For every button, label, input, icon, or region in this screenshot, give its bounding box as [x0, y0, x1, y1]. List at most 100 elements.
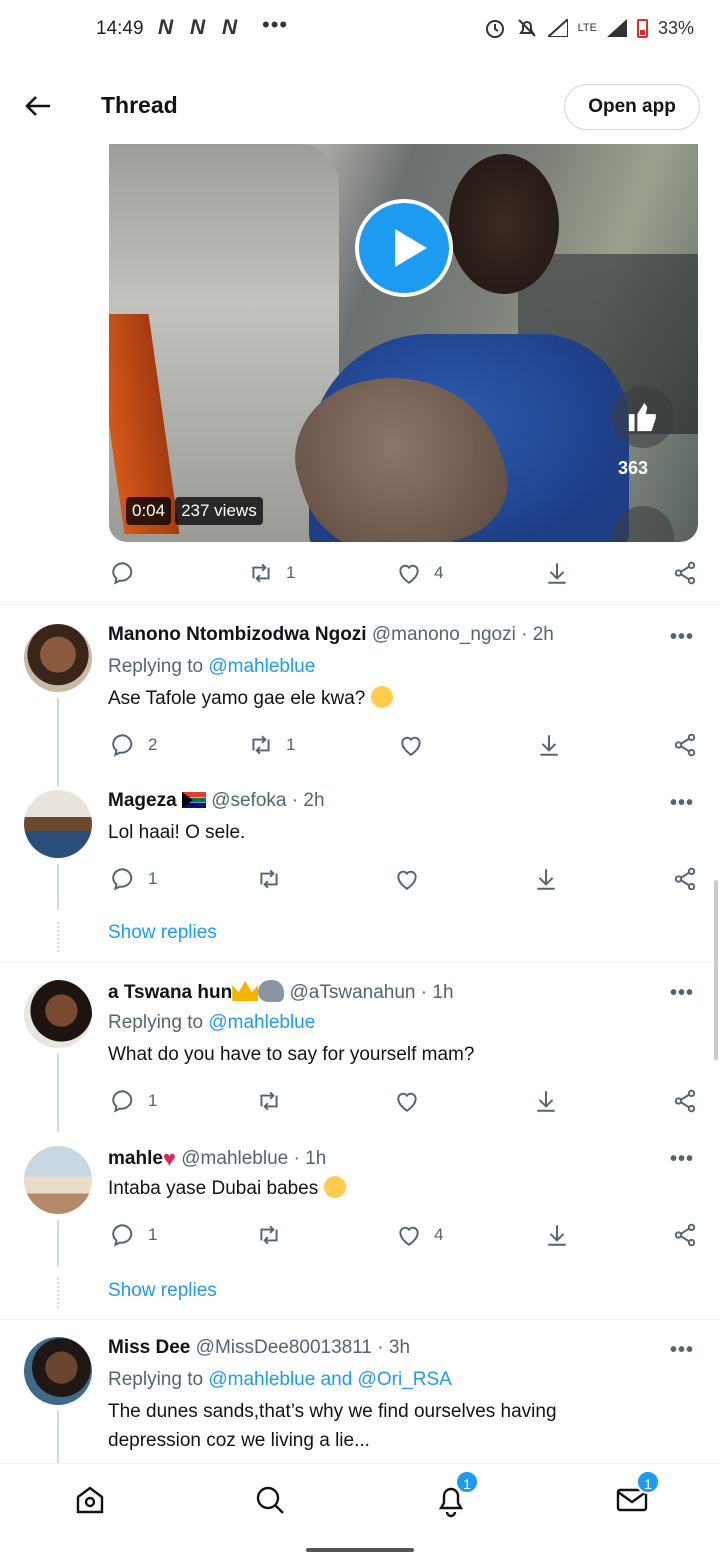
more-options-icon[interactable]: •••: [670, 1339, 694, 1362]
more-options-icon[interactable]: •••: [670, 626, 694, 649]
avatar[interactable]: [24, 980, 92, 1048]
replying-to: Replying to @mahleblue and @Ori_RSA: [108, 1369, 452, 1391]
avatar[interactable]: [24, 1337, 92, 1405]
like-button[interactable]: [394, 1088, 420, 1114]
battery-icon: [636, 18, 648, 38]
download-icon: [537, 869, 555, 890]
retweet-icon: [260, 869, 278, 889]
battery-level: 33%: [657, 17, 694, 38]
notification-icon: N: [222, 16, 237, 39]
show-replies-link[interactable]: Show replies: [108, 922, 217, 944]
video-badges: 0:04 237 views: [126, 497, 263, 525]
user-name[interactable]: Mageza: [108, 790, 177, 811]
share-button[interactable]: [672, 1088, 698, 1114]
notifications-button[interactable]: 1: [433, 1470, 479, 1518]
reply-count: 1: [148, 869, 158, 888]
replying-to-label: Replying to: [108, 656, 209, 677]
more-options-icon[interactable]: •••: [670, 982, 694, 1005]
user-name[interactable]: mahle: [108, 1148, 163, 1169]
reply-mention-link[interactable]: @mahleblue: [208, 1012, 315, 1033]
share-icon: [674, 733, 696, 757]
tweet-header: Mageza @sefoka · 2h: [108, 790, 325, 812]
video-player[interactable]: 363 0:04 237 views: [109, 144, 698, 542]
download-icon: [537, 1091, 555, 1112]
tweet-time: · 2h: [291, 790, 325, 811]
like-button[interactable]: 4: [396, 1222, 443, 1248]
retweet-button[interactable]: 1: [248, 732, 295, 758]
page-title: Thread: [101, 92, 178, 118]
video-views: 237 views: [175, 497, 263, 525]
status-bar: 14:49 N N N ••• LTE 33%: [0, 0, 720, 62]
retweet-button[interactable]: [256, 1088, 282, 1114]
user-handle[interactable]: @manono_ngozi: [372, 624, 516, 645]
reply-mention-link[interactable]: @mahleblue and @Ori_RSA: [208, 1369, 451, 1390]
gesture-bar[interactable]: [306, 1548, 414, 1552]
avatar[interactable]: [24, 790, 92, 858]
like-button[interactable]: 4: [396, 560, 443, 586]
heart-icon: [401, 736, 421, 756]
retweet-icon: [260, 1091, 278, 1111]
reply-mention-link[interactable]: @mahleblue: [208, 656, 315, 677]
like-count: 4: [434, 563, 444, 582]
tweet-actions: 1: [108, 866, 698, 896]
download-button[interactable]: [533, 1088, 559, 1114]
home-icon[interactable]: [72, 1482, 108, 1518]
signal-icon: [547, 19, 568, 37]
back-arrow-icon[interactable]: [22, 90, 54, 122]
like-button[interactable]: [398, 732, 424, 758]
scrollbar[interactable]: [714, 880, 718, 1060]
retweet-button[interactable]: [256, 866, 282, 892]
thread-line: [57, 1054, 59, 1132]
messages-button[interactable]: 1: [614, 1470, 660, 1518]
play-button[interactable]: [355, 199, 453, 297]
download-button[interactable]: [544, 560, 570, 586]
show-replies-link[interactable]: Show replies: [108, 1280, 217, 1302]
like-button[interactable]: [394, 866, 420, 892]
replying-to-label: Replying to: [108, 1012, 209, 1033]
tweet-text: Ase Tafole yamo gae ele kwa?: [108, 684, 668, 713]
notification-icon: N: [158, 16, 173, 39]
reply-button[interactable]: [110, 560, 136, 586]
download-button[interactable]: [536, 732, 562, 758]
user-handle[interactable]: @sefoka: [211, 790, 286, 811]
heart-icon: [399, 564, 419, 584]
user-handle[interactable]: @aTswanahun: [290, 982, 416, 1003]
user-name[interactable]: Miss Dee: [108, 1337, 190, 1358]
reply-button[interactable]: 1: [110, 1222, 157, 1248]
download-button[interactable]: [533, 866, 559, 892]
share-button[interactable]: [672, 732, 698, 758]
reply-button[interactable]: 1: [110, 1088, 157, 1114]
tweet-time: · 1h: [293, 1148, 327, 1169]
retweet-icon: [260, 1225, 278, 1245]
more-options-icon[interactable]: •••: [670, 792, 694, 815]
retweet-button[interactable]: 1: [248, 560, 295, 586]
avatar[interactable]: [24, 1146, 92, 1214]
user-handle[interactable]: @mahleblue: [181, 1148, 288, 1169]
bottom-nav: 1 1: [0, 1463, 720, 1535]
share-button[interactable]: [672, 866, 698, 892]
reply-button[interactable]: 2: [110, 732, 157, 758]
share-icon: [674, 561, 696, 585]
download-icon: [540, 735, 558, 756]
user-handle[interactable]: @MissDee80013811: [196, 1337, 372, 1358]
reply-icon: [112, 734, 133, 757]
search-icon[interactable]: [252, 1482, 288, 1518]
retweet-button[interactable]: [256, 1222, 282, 1248]
avatar[interactable]: [24, 624, 92, 692]
user-name[interactable]: a Tswana hun: [108, 982, 232, 1003]
share-button[interactable]: [672, 560, 698, 586]
share-button[interactable]: [672, 1222, 698, 1248]
reply-button[interactable]: 1: [110, 866, 157, 892]
retweet-count: 1: [286, 735, 296, 754]
download-button[interactable]: [544, 1222, 570, 1248]
share-icon: [674, 1223, 696, 1247]
thumbs-up-icon: [612, 386, 674, 448]
tweet-header: Manono Ntombizodwa Ngozi @manono_ngozi ·…: [108, 624, 554, 646]
thread-dotted-line: [57, 1278, 59, 1308]
open-app-button[interactable]: Open app: [564, 84, 700, 130]
tweet-time: · 3h: [377, 1337, 411, 1358]
user-name[interactable]: Manono Ntombizodwa Ngozi: [108, 624, 367, 645]
share-icon: [674, 1089, 696, 1113]
more-options-icon[interactable]: •••: [670, 1148, 694, 1171]
replying-to-label: Replying to: [108, 1369, 209, 1390]
